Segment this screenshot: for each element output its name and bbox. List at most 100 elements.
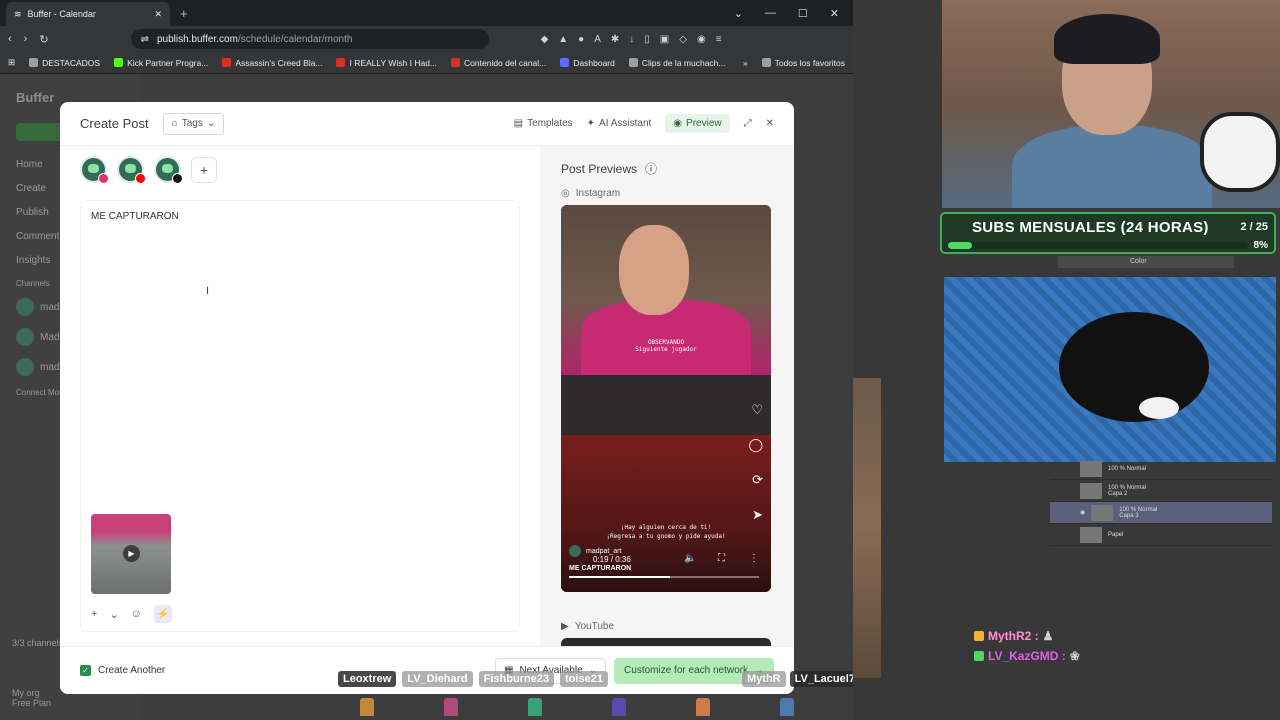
translate-icon[interactable]: A (594, 34, 601, 45)
instagram-reel-preview[interactable]: OBSERVANDO Siguiente jugador ♡ ◯ ⟳ ➤ ¡Ha… (561, 205, 771, 592)
account-name[interactable]: My org (12, 688, 63, 698)
emoji-icon[interactable]: ☺ (131, 608, 142, 620)
streamer-webcam (942, 0, 1280, 208)
channel-avatar-youtube[interactable] (117, 156, 146, 184)
url-host: publish.buffer.com (156, 33, 238, 45)
reload-icon[interactable]: ↻ (39, 33, 48, 46)
video-progress-fill (569, 576, 670, 578)
add-channel-button[interactable]: + (191, 156, 217, 183)
viewer-name: LV_Lacuel7 (789, 671, 860, 687)
shield-icon[interactable]: ◇ (679, 34, 687, 45)
layer-row[interactable]: 100 % Normal Capa 2 (1050, 480, 1272, 502)
minimize-icon[interactable]: — (765, 7, 776, 20)
bookmark-item[interactable]: Kick Partner Progra... (114, 58, 208, 68)
pixel-character-sprite (444, 698, 458, 716)
all-bookmarks[interactable]: Todos los favoritos (761, 58, 845, 68)
more-icon[interactable]: ⋮ (749, 553, 759, 564)
chevron-down-icon[interactable]: ⌄ (109, 608, 118, 621)
sub-badge-icon (974, 651, 984, 661)
tags-button[interactable]: ⌂ Tags ⌄ (162, 112, 225, 135)
forward-icon[interactable]: › (24, 33, 28, 45)
new-tab-icon[interactable]: + (180, 6, 188, 21)
expand-icon[interactable]: ⤢ (744, 118, 752, 129)
preview-button[interactable]: ◉ Preview (665, 114, 730, 133)
brave-shield-icon[interactable]: ◆ (541, 34, 549, 45)
color-mode-select[interactable]: Color (1058, 256, 1234, 268)
instagram-icon: ◎ (561, 188, 570, 199)
back-icon[interactable]: ‹ (8, 33, 12, 45)
modal-header: Create Post ⌂ Tags ⌄ ▤ Templates ✦ AI Assi… (60, 102, 794, 146)
heart-icon[interactable]: ♡ (751, 402, 763, 418)
viewer-name: LV_Diehard (402, 671, 473, 687)
viewer-name: Fishburne23 (478, 671, 555, 687)
eye-icon[interactable]: ◉ (1080, 509, 1085, 516)
bookmark-item[interactable]: Assassin's Creed Bla... (222, 58, 322, 68)
post-editor[interactable]: ME CAPTURARON I ▶ + ⌄ ☺ ⚡ (80, 200, 520, 632)
bookmark-item[interactable]: I REALLY Wish I Had... (336, 58, 437, 68)
sleeping-cat (1059, 312, 1209, 422)
comment-icon[interactable]: ◯ (748, 437, 763, 453)
layer-row[interactable]: 100 % Normal (1050, 458, 1272, 480)
more-bookmarks-icon[interactable]: » (743, 58, 748, 68)
channel-avatar-instagram[interactable] (80, 156, 109, 184)
apps-icon[interactable]: ⊞ (8, 57, 15, 68)
info-icon[interactable]: ⓘ (645, 160, 657, 177)
extension-icon[interactable]: ● (578, 34, 584, 45)
add-media-icon[interactable]: + (91, 608, 97, 620)
chat-message: MythR2 : ♟ (974, 629, 1080, 643)
volume-icon[interactable]: 🔈 (684, 553, 696, 564)
ai-assistant-button[interactable]: ✦ AI Assistant (587, 118, 652, 129)
subs-goal-bar (948, 242, 1248, 249)
bookmark-item[interactable]: Clips de la muchach... (628, 58, 725, 68)
ai-sparkle-icon: ✦ (586, 118, 596, 129)
wallet-icon[interactable]: ▣ (660, 34, 669, 45)
share-icon[interactable]: ➤ (752, 507, 763, 523)
create-another-checkbox[interactable]: ✓ Create Another (80, 665, 165, 676)
webcam-person-hair (1054, 14, 1160, 64)
maximize-icon[interactable]: ☐ (798, 7, 808, 20)
channel-avatar-tiktok[interactable] (154, 156, 183, 184)
editor-toolbar: + ⌄ ☺ ⚡ (91, 605, 172, 623)
ai-bolt-icon[interactable]: ⚡ (153, 605, 172, 623)
layer-row[interactable]: Papel (1050, 524, 1272, 546)
video-thumbnail[interactable]: ▶ (91, 514, 171, 594)
text-cursor-icon: I (206, 285, 210, 297)
bookmark-item[interactable]: Dashboard (560, 58, 615, 68)
bookmark-item[interactable]: DESTACADOS (29, 58, 100, 68)
folder-icon (761, 58, 771, 67)
game-overlay-text: OBSERVANDO Siguiente jugador (635, 339, 697, 353)
pixel-character-sprite (780, 698, 794, 716)
site-info-icon[interactable]: ⇌ (141, 34, 149, 45)
warning-icon[interactable]: ▲ (558, 34, 568, 45)
puzzle-icon[interactable]: ✱ (611, 34, 619, 45)
bookmarks-bar: ⊞ DESTACADOS Kick Partner Progra... Assa… (0, 52, 853, 74)
tags-label: Tags (181, 118, 203, 129)
youtube-icon (451, 58, 461, 67)
bookmark-item[interactable]: Contenido del canal... (451, 58, 546, 68)
video-progress-bar[interactable] (569, 576, 759, 578)
youtube-icon (222, 58, 232, 67)
download-icon[interactable]: ↓ (629, 34, 634, 45)
close-tab-icon[interactable]: ✕ (154, 9, 162, 20)
tab-buffer-calendar[interactable]: ≋ Buffer - Calendar ✕ (6, 2, 170, 26)
sidebar-icon[interactable]: ▯ (644, 34, 650, 45)
channels-usage: 3/3 channels (12, 638, 64, 648)
repost-icon[interactable]: ⟳ (752, 472, 763, 488)
layer-thumbnail (1091, 504, 1114, 521)
menu-icon[interactable]: ≡ (716, 34, 722, 45)
youtube-preview[interactable] (561, 638, 771, 646)
extensions-bar: ◆ ▲ ● A ✱ ↓ ▯ ▣ ◇ ◉ ≡ (541, 34, 722, 45)
fullscreen-icon[interactable]: ⛶ (718, 553, 725, 564)
close-modal-icon[interactable]: ✕ (766, 118, 774, 129)
templates-button[interactable]: ▤ Templates (514, 118, 573, 129)
profile-icon[interactable]: ◉ (697, 34, 706, 45)
layer-row-selected[interactable]: ◉ 100 % Normal Capa 3 (1050, 502, 1272, 524)
kick-icon (114, 58, 124, 67)
tab-search-icon[interactable]: ⌄ (734, 7, 743, 20)
url-field[interactable]: ⇌ publish.buffer.com/schedule/calendar/m… (130, 29, 489, 49)
cat-webcam (944, 277, 1276, 462)
play-icon[interactable]: ▶ (123, 545, 140, 562)
page-icon (628, 58, 638, 67)
close-window-icon[interactable]: ✕ (830, 7, 839, 20)
post-text[interactable]: ME CAPTURARON (91, 211, 179, 222)
